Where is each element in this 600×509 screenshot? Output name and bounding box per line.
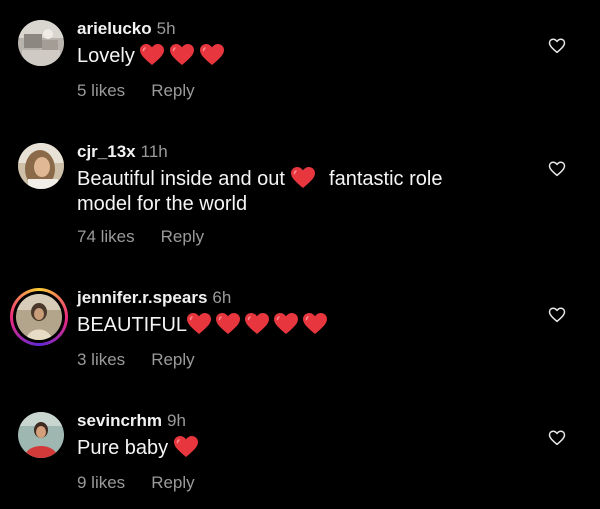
likes-count[interactable]: 5 likes	[77, 81, 125, 100]
comment-meta: cjr_13x 11h	[77, 142, 168, 162]
reply-button[interactable]: Reply	[161, 227, 204, 246]
avatar[interactable]	[18, 412, 64, 458]
comment-actions: 5 likes Reply	[77, 81, 195, 101]
comment-meta: sevincrhm 9h	[77, 411, 186, 431]
likes-count[interactable]: 9 likes	[77, 473, 125, 492]
timestamp: 9h	[167, 411, 186, 430]
heart-emoji-icon	[170, 44, 195, 66]
avatar	[16, 294, 62, 340]
like-button[interactable]	[548, 429, 566, 447]
comment-text-part: Lovely	[77, 45, 141, 67]
likes-count[interactable]: 74 likes	[77, 227, 135, 246]
reply-button[interactable]: Reply	[151, 81, 194, 100]
heart-emoji-icon	[245, 313, 270, 335]
heart-emoji-icon	[187, 313, 212, 335]
heart-outline-icon	[548, 161, 566, 177]
heart-emoji-icon	[290, 167, 315, 189]
username[interactable]: cjr_13x	[77, 142, 136, 161]
comment-text-part: Pure baby	[77, 437, 174, 459]
username[interactable]: arielucko	[77, 19, 152, 38]
avatar[interactable]	[18, 20, 64, 66]
like-button[interactable]	[548, 37, 566, 55]
comment-text: BEAUTIFUL	[77, 313, 477, 338]
comment-text-part: Beautiful inside and out	[77, 168, 291, 190]
comment-text: Pure baby	[77, 436, 477, 461]
avatar-ring-gap	[13, 291, 65, 343]
comment-meta: jennifer.r.spears 6h	[77, 288, 231, 308]
avatar-story-ring[interactable]	[10, 288, 68, 346]
comment-text-part: BEAUTIFUL	[77, 314, 188, 336]
timestamp: 5h	[156, 19, 176, 38]
timestamp: 11h	[140, 142, 168, 161]
heart-emoji-icon	[274, 313, 299, 335]
comment-actions: 9 likes Reply	[77, 473, 195, 493]
username[interactable]: sevincrhm	[77, 411, 162, 430]
reply-button[interactable]: Reply	[151, 473, 194, 492]
comment-text: Beautiful inside and out fantastic role …	[77, 167, 497, 217]
heart-emoji-icon	[140, 44, 165, 66]
heart-emoji-icon	[200, 44, 225, 66]
comment-text: Lovely	[77, 44, 477, 69]
heart-emoji-icon	[173, 436, 198, 458]
heart-outline-icon	[548, 307, 566, 323]
comment-actions: 74 likes Reply	[77, 227, 204, 247]
timestamp: 6h	[212, 288, 232, 307]
likes-count[interactable]: 3 likes	[77, 350, 125, 369]
avatar[interactable]	[18, 143, 64, 189]
heart-outline-icon	[548, 430, 566, 446]
reply-button[interactable]: Reply	[151, 350, 194, 369]
heart-emoji-icon	[303, 313, 328, 335]
like-button[interactable]	[548, 306, 566, 324]
heart-outline-icon	[548, 38, 566, 54]
like-button[interactable]	[548, 160, 566, 178]
username[interactable]: jennifer.r.spears	[77, 288, 207, 307]
heart-emoji-icon	[216, 313, 241, 335]
comment-meta: arielucko 5h	[77, 19, 176, 39]
comment-actions: 3 likes Reply	[77, 350, 195, 370]
